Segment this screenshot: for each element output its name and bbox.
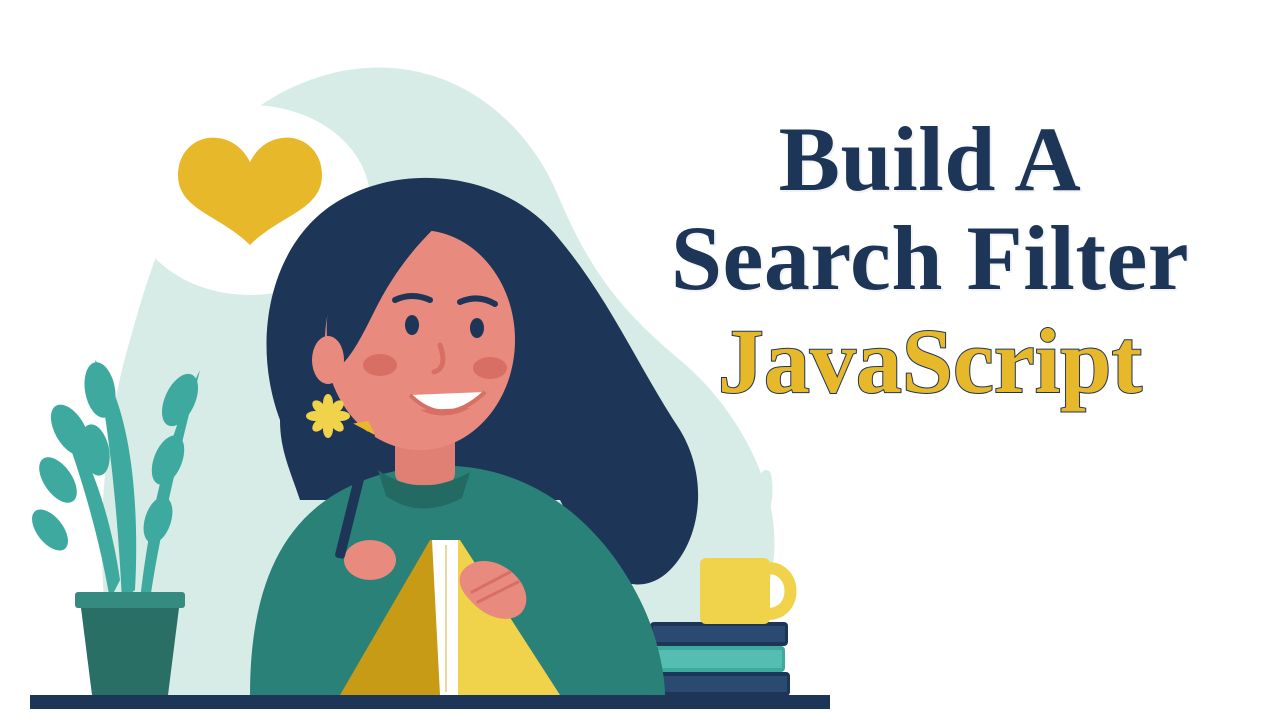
desk (30, 695, 830, 709)
title-line-2: Search Filter (620, 209, 1240, 308)
title-line-1: Build A (620, 110, 1240, 209)
books-stack (645, 622, 790, 696)
title-accent: JavaScript (620, 309, 1240, 415)
title-block: Build A Search Filter JavaScript (620, 110, 1240, 415)
